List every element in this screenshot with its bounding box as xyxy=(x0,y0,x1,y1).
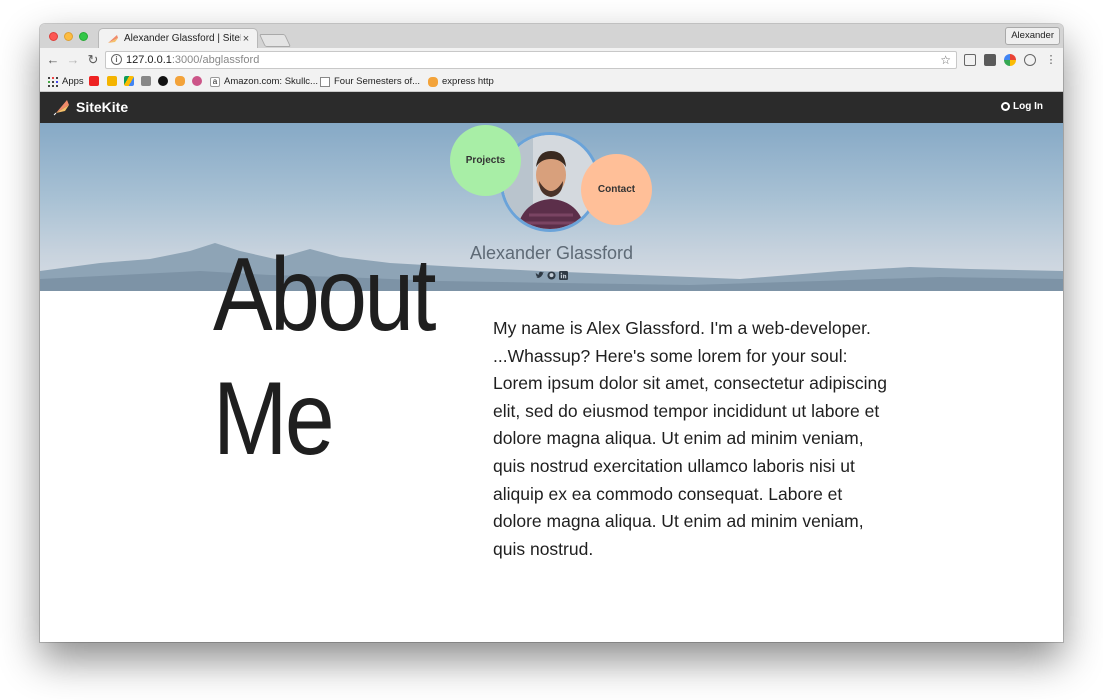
login-label: Log In xyxy=(1013,101,1043,112)
tab-close-icon[interactable]: × xyxy=(241,33,251,45)
bookmark-slides[interactable] xyxy=(107,76,121,86)
contact-label: Contact xyxy=(597,184,636,195)
hand-icon xyxy=(428,76,438,87)
close-window-button[interactable] xyxy=(49,32,58,41)
bookmark-label: express http xyxy=(442,76,494,87)
tab-strip: Alexander Glassford | SiteKite × Alexand… xyxy=(40,24,1063,48)
bookmark-label: Amazon.com: Skullc... xyxy=(224,76,318,87)
bookmark-deploy[interactable] xyxy=(141,76,155,86)
minimize-window-button[interactable] xyxy=(64,32,73,41)
tab-title: Alexander Glassford | SiteKite xyxy=(124,33,241,44)
new-tab-button[interactable] xyxy=(258,34,292,47)
bookmark-express-http[interactable]: express http xyxy=(428,76,494,87)
projects-button[interactable]: Projects xyxy=(450,125,521,196)
github-icon xyxy=(1001,102,1010,111)
reload-icon[interactable]: ↻ xyxy=(85,52,101,68)
social-links xyxy=(535,271,568,280)
menu-kebab-icon[interactable]: ⋮ xyxy=(1043,52,1059,68)
bookmark-four-semesters[interactable]: Four Semesters of... xyxy=(320,76,420,87)
contact-button[interactable]: Contact xyxy=(581,154,652,225)
brand-link[interactable]: SiteKite xyxy=(53,98,128,116)
site-navbar: SiteKite Log In xyxy=(40,92,1063,123)
about-body-text: My name is Alex Glassford. I'm a web-dev… xyxy=(493,318,887,559)
twitter-icon[interactable] xyxy=(535,271,544,280)
color-picker-icon[interactable] xyxy=(1004,54,1016,66)
bookmark-hand[interactable] xyxy=(175,76,189,86)
hand-icon xyxy=(175,76,185,86)
login-button[interactable]: Log In xyxy=(1001,101,1043,112)
adobe-icon xyxy=(89,76,99,86)
browser-window: Alexander Glassford | SiteKite × Alexand… xyxy=(40,24,1063,642)
bookmark-label: Apps xyxy=(62,76,84,87)
bookmark-drive[interactable] xyxy=(124,76,138,86)
profile-button[interactable]: Alexander xyxy=(1005,27,1060,45)
profile-hero: Projects Contact Alexander Glassford xyxy=(40,123,1063,291)
url-host: 127.0.0.1 xyxy=(126,54,172,66)
cast-icon[interactable] xyxy=(964,54,976,66)
bookmark-label: Four Semesters of... xyxy=(334,76,421,87)
bookmark-github[interactable] xyxy=(158,76,172,86)
back-arrow-icon[interactable]: ← xyxy=(45,52,61,68)
github-icon xyxy=(158,76,168,86)
settings-icon xyxy=(192,76,202,86)
linkedin-icon[interactable] xyxy=(559,271,568,280)
pocket-icon[interactable] xyxy=(984,54,996,66)
kite-favicon-icon xyxy=(108,34,118,43)
browser-toolbar: ← → ↻ i 127.0.0.1:3000/abglassford ☆ ⋮ xyxy=(40,48,1063,72)
brand-name: SiteKite xyxy=(76,99,129,115)
apps-grid-icon xyxy=(48,76,58,87)
drive-icon xyxy=(124,76,134,86)
forward-arrow-icon[interactable]: → xyxy=(65,52,81,68)
deploy-icon xyxy=(141,76,151,86)
slides-icon xyxy=(107,76,117,86)
projects-label: Projects xyxy=(465,155,506,166)
amazon-icon: a xyxy=(210,76,220,87)
github-icon[interactable] xyxy=(547,271,556,280)
maximize-window-button[interactable] xyxy=(79,32,88,41)
about-heading-line-1: About xyxy=(213,237,436,353)
bookmark-amazon[interactable]: a Amazon.com: Skullc... xyxy=(210,76,318,87)
profile-name: Alexander Glassford xyxy=(469,243,634,263)
extension-info-icon[interactable] xyxy=(1024,54,1036,66)
browser-tab[interactable]: Alexander Glassford | SiteKite × xyxy=(98,28,258,48)
bookmark-settings[interactable] xyxy=(192,76,206,86)
page-icon xyxy=(320,76,330,87)
bookmark-adobe[interactable] xyxy=(89,76,103,86)
address-bar[interactable]: i 127.0.0.1:3000/abglassford ☆ xyxy=(105,51,957,69)
bookmark-apps[interactable]: Apps xyxy=(48,76,84,87)
bookmark-star-icon[interactable]: ☆ xyxy=(940,52,951,68)
url-path: :3000/abglassford xyxy=(171,54,260,66)
about-heading: About Me xyxy=(213,233,436,481)
about-heading-line-2: Me xyxy=(213,361,335,477)
bookmarks-bar: Apps a Amazon.com: Skullc... Four Semest… xyxy=(40,72,1063,92)
info-icon[interactable]: i xyxy=(111,54,122,65)
kite-logo-icon xyxy=(53,100,69,116)
